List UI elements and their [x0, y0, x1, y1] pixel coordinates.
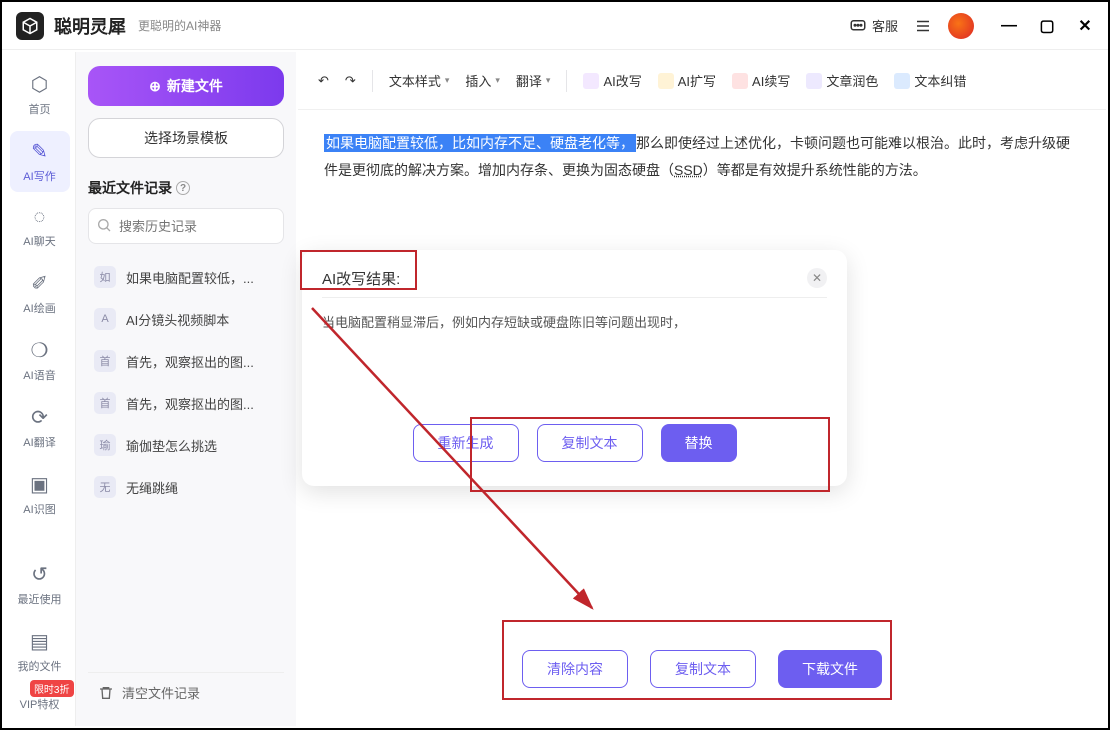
- rail-ai-write[interactable]: ✎AI写作: [10, 131, 70, 192]
- undo-button[interactable]: ↶: [318, 73, 329, 89]
- editor-content[interactable]: 如果电脑配置较低，比如内存不足、硬盘老化等，那么即使经过上述优化，卡顿问题也可能…: [298, 110, 1106, 203]
- redo-button[interactable]: ↷: [345, 73, 356, 89]
- brush-icon: ✐: [31, 271, 48, 296]
- nav-rail: ⬡首页 ✎AI写作 ◌AI聊天 ✐AI绘画 ❍AI语音 ⟳AI翻译 ▣AI识图 …: [4, 52, 76, 726]
- rail-ai-draw[interactable]: ✐AI绘画: [10, 263, 70, 324]
- check-icon: [894, 73, 910, 89]
- palette-icon: [806, 73, 822, 89]
- replace-button[interactable]: 替换: [661, 424, 737, 462]
- choose-template-button[interactable]: 选择场景模板: [88, 118, 284, 158]
- rail-recent[interactable]: ↺最近使用: [10, 554, 70, 615]
- clear-content-button[interactable]: 清除内容: [522, 650, 628, 688]
- clock-icon: ↺: [31, 562, 48, 587]
- rewrite-result-popup: AI改写结果: ✕ 当电脑配置稍显滞后，例如内存短缺或硬盘陈旧等问题出现时， 重…: [302, 250, 847, 486]
- clear-history-button[interactable]: 清空文件记录: [88, 672, 284, 712]
- insert-dropdown[interactable]: 插入▾: [465, 71, 500, 90]
- selected-text: 如果电脑配置较低，比如内存不足、硬盘老化等，: [324, 134, 636, 152]
- spark-icon: [658, 73, 674, 89]
- footer-actions: 清除内容 复制文本 下载文件: [522, 650, 882, 688]
- popup-close-button[interactable]: ✕: [807, 268, 827, 288]
- rail-ai-image[interactable]: ▣AI识图: [10, 464, 70, 525]
- plus-icon: ⊕: [149, 78, 161, 95]
- editor-toolbar: ↶ ↷ 文本样式▾ 插入▾ 翻译▾ AI改写 AI扩写 AI续写 文章润色 文本…: [298, 52, 1106, 110]
- search-icon: [96, 217, 112, 238]
- support-label: 客服: [872, 16, 898, 35]
- chat-icon: ◌: [34, 206, 46, 229]
- translate-dropdown[interactable]: 翻译▾: [516, 71, 551, 90]
- new-file-button[interactable]: ⊕新建文件: [88, 66, 284, 106]
- app-logo-icon: [16, 12, 44, 40]
- rail-ai-chat[interactable]: ◌AI聊天: [10, 198, 70, 257]
- history-item[interactable]: 如如果电脑配置较低，...: [88, 256, 284, 298]
- polish-button[interactable]: 文章润色: [806, 71, 878, 90]
- app-subtitle: 更聪明的AI神器: [138, 17, 221, 34]
- feather-icon: [583, 73, 599, 89]
- maximize-button[interactable]: ▢: [1038, 17, 1056, 35]
- history-item[interactable]: 首首先，观察抠出的图...: [88, 382, 284, 424]
- rail-ai-translate[interactable]: ⟳AI翻译: [10, 397, 70, 458]
- file-panel: ⊕新建文件 选择场景模板 最近文件记录? 如如果电脑配置较低，... AAI分镜…: [76, 52, 296, 726]
- title-bar: 聪明灵犀 更聪明的AI神器 客服 — ▢ ✕: [2, 2, 1108, 50]
- avatar[interactable]: [948, 13, 974, 39]
- translate-icon: ⟳: [31, 405, 48, 430]
- rail-myfiles[interactable]: ▤我的文件: [10, 621, 70, 682]
- image-icon: ▣: [30, 472, 49, 497]
- chevron-down-icon: ▾: [445, 75, 450, 86]
- text-style-dropdown[interactable]: 文本样式▾: [389, 71, 450, 90]
- close-button[interactable]: ✕: [1076, 17, 1094, 35]
- write-icon: [732, 73, 748, 89]
- history-item[interactable]: 瑜瑜伽垫怎么挑选: [88, 424, 284, 466]
- history-search-input[interactable]: [88, 208, 284, 244]
- hexagon-icon: ⬡: [31, 72, 48, 97]
- help-icon[interactable]: ?: [176, 181, 190, 195]
- history-item[interactable]: AAI分镜头视频脚本: [88, 298, 284, 340]
- trash-icon: [98, 685, 114, 701]
- ai-continue-button[interactable]: AI续写: [732, 71, 790, 90]
- ai-expand-button[interactable]: AI扩写: [658, 71, 716, 90]
- rail-home[interactable]: ⬡首页: [10, 64, 70, 125]
- copy-text-button[interactable]: 复制文本: [650, 650, 756, 688]
- chevron-down-icon: ▾: [546, 75, 551, 86]
- recent-files-header: 最近文件记录?: [88, 178, 284, 198]
- history-item[interactable]: 无无绳跳绳: [88, 466, 284, 508]
- voice-icon: ❍: [31, 338, 49, 363]
- file-icon: ▤: [30, 629, 49, 654]
- rail-vip[interactable]: VIP特权: [10, 688, 70, 720]
- underlined-term: SSD: [674, 162, 703, 178]
- copy-text-button[interactable]: 复制文本: [537, 424, 643, 462]
- popup-title: AI改写结果: ✕: [322, 268, 827, 298]
- support-button[interactable]: 客服: [849, 16, 898, 35]
- minimize-button[interactable]: —: [1000, 17, 1018, 35]
- history-item[interactable]: 首首先，观察抠出的图...: [88, 340, 284, 382]
- app-title: 聪明灵犀: [54, 13, 126, 39]
- menu-icon[interactable]: [914, 17, 932, 35]
- regenerate-button[interactable]: 重新生成: [413, 424, 519, 462]
- rail-ai-voice[interactable]: ❍AI语音: [10, 330, 70, 391]
- chevron-down-icon: ▾: [495, 75, 500, 86]
- pen-icon: ✎: [31, 139, 48, 164]
- popup-body: 当电脑配置稍显滞后，例如内存短缺或硬盘陈旧等问题出现时，: [322, 312, 827, 412]
- correct-button[interactable]: 文本纠错: [894, 71, 966, 90]
- ai-rewrite-button[interactable]: AI改写: [583, 71, 641, 90]
- download-file-button[interactable]: 下载文件: [778, 650, 882, 688]
